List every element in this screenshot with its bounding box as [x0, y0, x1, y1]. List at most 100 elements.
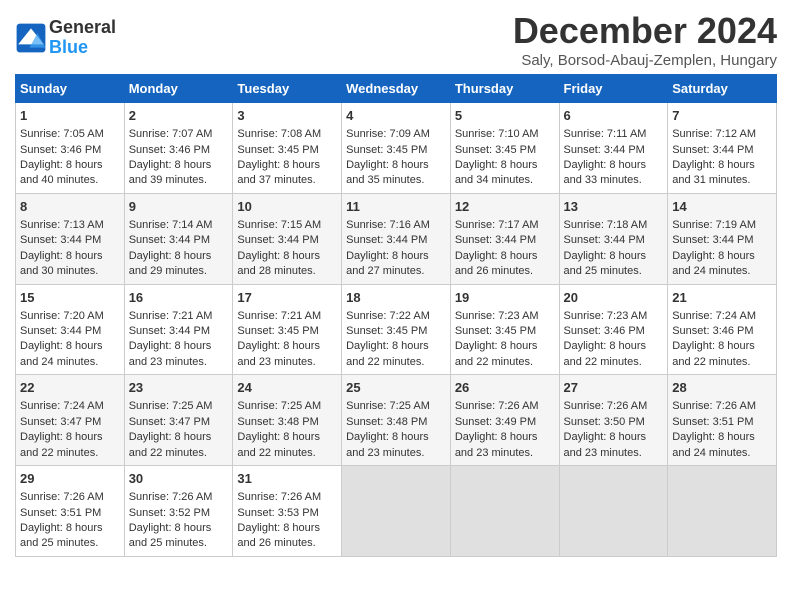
day-info: and 37 minutes. [237, 173, 337, 188]
day-info: Sunset: 3:44 PM [20, 324, 120, 339]
page-subtitle: Saly, Borsod-Abauj-Zemplen, Hungary [513, 52, 777, 69]
day-info: Daylight: 8 hours [129, 249, 229, 264]
day-info: Sunset: 3:45 PM [455, 143, 555, 158]
day-info: and 22 minutes. [455, 355, 555, 370]
calendar-cell: 21Sunrise: 7:24 AMSunset: 3:46 PMDayligh… [668, 284, 777, 375]
day-info: and 23 minutes. [455, 446, 555, 461]
day-info: Sunset: 3:51 PM [20, 506, 120, 521]
calendar-table: SundayMondayTuesdayWednesdayThursdayFrid… [15, 74, 777, 557]
day-info: Sunset: 3:44 PM [672, 233, 772, 248]
day-number: 6 [564, 107, 664, 125]
day-info: Sunset: 3:44 PM [455, 233, 555, 248]
logo-text: General Blue [49, 18, 116, 58]
calendar-cell [342, 466, 451, 557]
day-info: Sunrise: 7:23 AM [564, 309, 664, 324]
day-info: Sunset: 3:45 PM [346, 324, 446, 339]
day-info: Sunset: 3:47 PM [129, 415, 229, 430]
day-info: Sunrise: 7:07 AM [129, 127, 229, 142]
calendar-cell: 26Sunrise: 7:26 AMSunset: 3:49 PMDayligh… [450, 375, 559, 466]
day-info: Sunset: 3:44 PM [564, 233, 664, 248]
day-info: Sunset: 3:51 PM [672, 415, 772, 430]
day-info: Daylight: 8 hours [455, 339, 555, 354]
day-info: and 29 minutes. [129, 264, 229, 279]
day-info: Daylight: 8 hours [455, 158, 555, 173]
day-info: Sunrise: 7:12 AM [672, 127, 772, 142]
calendar-cell: 9Sunrise: 7:14 AMSunset: 3:44 PMDaylight… [124, 193, 233, 284]
day-number: 11 [346, 198, 446, 216]
day-info: Sunset: 3:44 PM [672, 143, 772, 158]
calendar-cell: 10Sunrise: 7:15 AMSunset: 3:44 PMDayligh… [233, 193, 342, 284]
day-info: Daylight: 8 hours [237, 339, 337, 354]
day-info: Sunrise: 7:09 AM [346, 127, 446, 142]
day-info: Sunset: 3:44 PM [346, 233, 446, 248]
calendar-cell: 27Sunrise: 7:26 AMSunset: 3:50 PMDayligh… [559, 375, 668, 466]
day-number: 30 [129, 470, 229, 488]
day-number: 3 [237, 107, 337, 125]
day-info: Sunrise: 7:17 AM [455, 218, 555, 233]
week-row-3: 15Sunrise: 7:20 AMSunset: 3:44 PMDayligh… [16, 284, 777, 375]
day-info: Sunrise: 7:21 AM [129, 309, 229, 324]
day-number: 16 [129, 289, 229, 307]
day-info: and 23 minutes. [129, 355, 229, 370]
day-info: Sunrise: 7:26 AM [564, 399, 664, 414]
day-info: Sunset: 3:46 PM [564, 324, 664, 339]
day-info: Sunset: 3:45 PM [237, 143, 337, 158]
day-info: Daylight: 8 hours [129, 158, 229, 173]
day-info: Sunrise: 7:19 AM [672, 218, 772, 233]
day-number: 10 [237, 198, 337, 216]
day-info: Daylight: 8 hours [20, 339, 120, 354]
calendar-cell: 5 Sunrise: 7:10 AMSunset: 3:45 PMDaylight… [450, 103, 559, 194]
day-info: Sunrise: 7:21 AM [237, 309, 337, 324]
day-info: and 22 minutes. [564, 355, 664, 370]
day-number: 7 [672, 107, 772, 125]
day-info: Sunrise: 7:08 AM [237, 127, 337, 142]
day-info: Sunrise: 7:16 AM [346, 218, 446, 233]
day-info: Sunset: 3:49 PM [455, 415, 555, 430]
day-info: Daylight: 8 hours [455, 249, 555, 264]
day-info: and 22 minutes. [20, 446, 120, 461]
day-info: Sunrise: 7:26 AM [237, 490, 337, 505]
day-number: 28 [672, 379, 772, 397]
day-info: and 24 minutes. [672, 446, 772, 461]
day-info: Daylight: 8 hours [346, 430, 446, 445]
day-number: 5 [455, 107, 555, 125]
day-info: and 23 minutes. [237, 355, 337, 370]
day-info: and 23 minutes. [346, 446, 446, 461]
day-info: and 25 minutes. [20, 536, 120, 551]
logo: General Blue [15, 18, 116, 58]
day-info: and 27 minutes. [346, 264, 446, 279]
calendar-cell [668, 466, 777, 557]
day-info: Daylight: 8 hours [455, 430, 555, 445]
calendar-cell: 24Sunrise: 7:25 AMSunset: 3:48 PMDayligh… [233, 375, 342, 466]
day-info: Sunset: 3:44 PM [129, 324, 229, 339]
day-info: Sunrise: 7:24 AM [20, 399, 120, 414]
day-info: Sunset: 3:45 PM [237, 324, 337, 339]
day-number: 1 [20, 107, 120, 125]
day-info: Sunrise: 7:22 AM [346, 309, 446, 324]
day-info: Sunrise: 7:26 AM [455, 399, 555, 414]
header-day-wednesday: Wednesday [342, 75, 451, 103]
calendar-cell: 17Sunrise: 7:21 AMSunset: 3:45 PMDayligh… [233, 284, 342, 375]
header-day-thursday: Thursday [450, 75, 559, 103]
day-info: Sunrise: 7:18 AM [564, 218, 664, 233]
calendar-cell: 6Sunrise: 7:11 AMSunset: 3:44 PMDaylight… [559, 103, 668, 194]
day-number: 22 [20, 379, 120, 397]
day-info: Daylight: 8 hours [129, 430, 229, 445]
day-info: Daylight: 8 hours [20, 158, 120, 173]
day-number: 21 [672, 289, 772, 307]
day-info: Daylight: 8 hours [20, 430, 120, 445]
day-number: 27 [564, 379, 664, 397]
day-info: Daylight: 8 hours [564, 249, 664, 264]
header-day-friday: Friday [559, 75, 668, 103]
day-number: 18 [346, 289, 446, 307]
calendar-cell: 25Sunrise: 7:25 AMSunset: 3:48 PMDayligh… [342, 375, 451, 466]
page-title: December 2024 [513, 10, 777, 52]
day-info: Sunrise: 7:10 AM [455, 127, 555, 142]
week-row-2: 8Sunrise: 7:13 AMSunset: 3:44 PMDaylight… [16, 193, 777, 284]
day-info: Sunrise: 7:25 AM [346, 399, 446, 414]
day-number: 23 [129, 379, 229, 397]
day-info: and 23 minutes. [564, 446, 664, 461]
day-info: and 22 minutes. [672, 355, 772, 370]
day-info: and 26 minutes. [237, 536, 337, 551]
calendar-cell: 20Sunrise: 7:23 AMSunset: 3:46 PMDayligh… [559, 284, 668, 375]
